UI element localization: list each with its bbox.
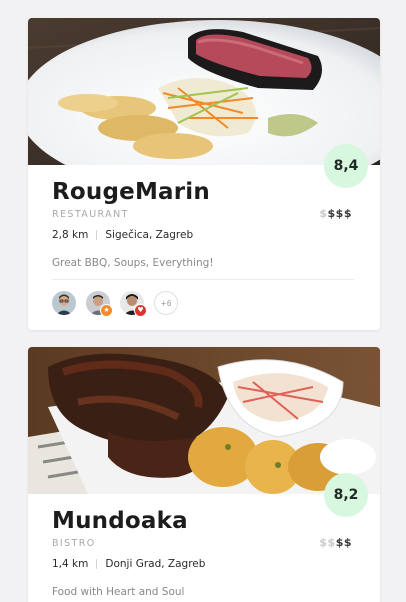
location-line: 1,4 km Donji Grad, Zagreb — [52, 558, 356, 570]
restaurant-type: BISTRO — [52, 538, 96, 549]
more-reviewers-button[interactable]: +6 — [154, 291, 178, 315]
separator — [96, 559, 98, 569]
restaurant-description: Great BBQ, Soups, Everything! — [52, 257, 214, 269]
divider — [52, 279, 354, 280]
heart-badge-icon: ♥ — [134, 304, 147, 317]
restaurant-card[interactable]: 8,2 Mundoaka BISTRO $$$$ 1,4 km Donji Gr… — [28, 347, 380, 602]
reviewer-avatars: ★ ♥ +6 — [52, 291, 356, 317]
rating-score: 8,4 — [324, 144, 368, 188]
price-level: $$$$ — [319, 207, 352, 220]
star-badge-icon: ★ — [100, 304, 113, 317]
rating-score: 8,2 — [324, 473, 368, 517]
separator — [96, 230, 98, 240]
restaurant-photo — [28, 18, 380, 165]
reviewer-avatar[interactable] — [52, 291, 76, 315]
reviewer-avatar[interactable]: ♥ — [120, 291, 147, 317]
price-level: $$$$ — [319, 536, 352, 549]
restaurant-name[interactable]: RougeMarin — [52, 165, 356, 205]
restaurant-card[interactable]: 8,4 RougeMarin RESTAURANT $$$$ 2,8 km Si… — [28, 18, 380, 330]
price-active: $$ — [335, 536, 352, 549]
area: Donji Grad, Zagreb — [105, 558, 206, 570]
distance: 2,8 km — [52, 229, 89, 241]
price-inactive: $ — [319, 207, 328, 220]
area: Sigečica, Zagreb — [105, 229, 194, 241]
restaurant-type: RESTAURANT — [52, 209, 129, 220]
restaurant-feed: 8,4 RougeMarin RESTAURANT $$$$ 2,8 km Si… — [0, 0, 406, 602]
location-line: 2,8 km Sigečica, Zagreb — [52, 229, 356, 241]
distance: 1,4 km — [52, 558, 89, 570]
restaurant-description: Food with Heart and Soul — [52, 586, 185, 598]
restaurant-photo — [28, 347, 380, 494]
price-inactive: $$ — [319, 536, 336, 549]
restaurant-name[interactable]: Mundoaka — [52, 494, 356, 534]
reviewer-avatar[interactable]: ★ — [86, 291, 113, 317]
price-active: $$$ — [327, 207, 352, 220]
